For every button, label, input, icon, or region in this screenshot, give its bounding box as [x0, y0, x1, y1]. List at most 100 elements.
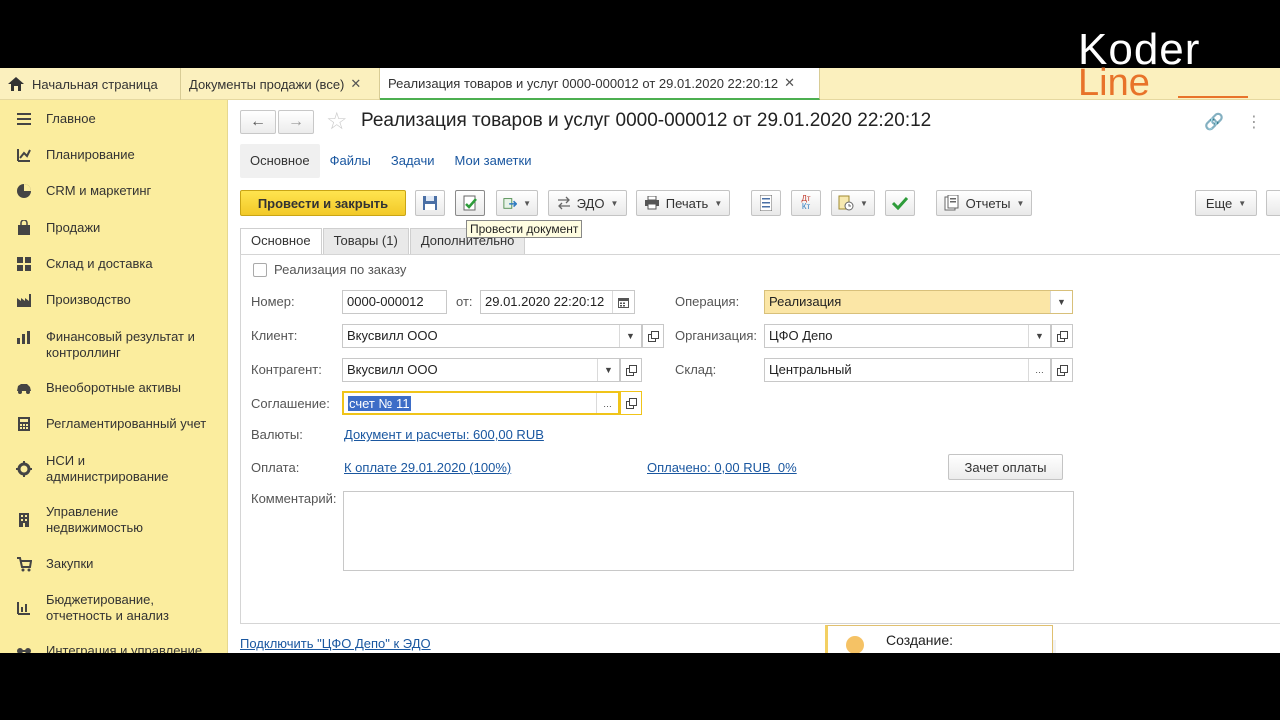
currency-link[interactable]: Документ и расчеты: 600,00 RUB	[344, 427, 544, 442]
chevron-down-icon[interactable]: ▼	[1050, 291, 1072, 313]
print-button[interactable]: Печать ▼	[636, 190, 730, 216]
sidebar-item-integration[interactable]: Интеграция и управление	[0, 643, 228, 653]
counterparty-field[interactable]: Вкусвилл ООО ▼	[342, 358, 620, 382]
sidebar-item-real-estate[interactable]: Управление недвижимостью	[0, 504, 228, 536]
subtab-tasks[interactable]: Задачи	[381, 144, 445, 178]
sidebar-item-purchases[interactable]: Закупки	[0, 556, 228, 572]
agreement-label: Соглашение:	[251, 396, 330, 411]
calendar-icon[interactable]	[612, 291, 634, 313]
comment-label: Комментарий:	[251, 491, 337, 506]
ellipsis-icon[interactable]: …	[596, 393, 618, 413]
tab-basic[interactable]: Основное	[240, 228, 322, 254]
sidebar-item-label: Главное	[46, 111, 96, 126]
create-based-on-button[interactable]: ▼	[496, 190, 538, 216]
sidebar-item-warehouse[interactable]: Склад и доставка	[0, 256, 228, 272]
operation-value: Реализация	[769, 294, 842, 309]
warehouse-value: Центральный	[769, 362, 852, 377]
reports-label: Отчеты	[965, 195, 1011, 211]
date-field[interactable]: 29.01.2020 22:20:12	[480, 290, 635, 314]
sidebar-item-production[interactable]: Производство	[0, 292, 228, 308]
sidebar-item-sales[interactable]: Продажи	[0, 220, 228, 236]
ellipsis-icon[interactable]: …	[1028, 359, 1050, 381]
by-order-checkbox[interactable]	[253, 263, 267, 277]
agreement-field[interactable]: счет № 11 …	[342, 391, 620, 415]
dt-kt-button[interactable]: Дт Кт	[791, 190, 821, 216]
subtab-main[interactable]: Основное	[240, 144, 320, 178]
operation-select[interactable]: Реализация ▼	[764, 290, 1073, 314]
pie-chart-icon	[17, 184, 31, 198]
link-icon[interactable]: 🔗	[1204, 112, 1224, 132]
chevron-down-icon[interactable]: ▼	[619, 325, 641, 347]
sidebar-item-fixed-assets[interactable]: Внеоборотные активы	[0, 380, 228, 396]
edo-button[interactable]: ЭДО ▼	[548, 190, 627, 216]
subtab-files[interactable]: Файлы	[320, 144, 381, 178]
post-document-button[interactable]	[455, 190, 485, 216]
document-journal-button[interactable]	[751, 190, 781, 216]
sidebar-item-regulated-accounting[interactable]: Регламентированный учет	[0, 416, 228, 432]
connect-edo-link[interactable]: Подключить "ЦФО Депо" к ЭДО	[240, 636, 431, 651]
integration-icon	[17, 648, 31, 653]
notification-title: Создание:	[886, 632, 954, 648]
tab-sale-document[interactable]: Реализация товаров и услуг 0000-000012 о…	[380, 68, 820, 100]
more-button[interactable]: Еще ▼	[1195, 190, 1257, 216]
open-organization-icon[interactable]	[1051, 324, 1073, 348]
post-and-close-button[interactable]: Провести и закрыть	[240, 190, 406, 216]
close-icon[interactable]: ✕	[350, 76, 361, 92]
check-button[interactable]	[885, 190, 915, 216]
chevron-down-icon[interactable]: ▼	[597, 359, 619, 381]
car-icon	[17, 384, 31, 394]
organization-field[interactable]: ЦФО Депо ▼	[764, 324, 1051, 348]
comment-textarea[interactable]	[343, 491, 1074, 571]
notification-popup[interactable]: Создание:	[825, 625, 1053, 653]
close-icon[interactable]: ✕	[784, 75, 795, 91]
sidebar-item-administration[interactable]: НСИ и администрирование	[0, 453, 228, 485]
tab-home[interactable]: Начальная страница	[0, 68, 181, 100]
gear-icon	[16, 461, 32, 477]
tab-goods[interactable]: Товары (1)	[322, 228, 409, 254]
menu-icon	[17, 113, 31, 125]
more-vertical-icon[interactable]: ⋮	[1246, 112, 1262, 132]
save-button[interactable]	[415, 190, 445, 216]
planning-icon	[17, 149, 31, 162]
client-value: Вкусвилл ООО	[347, 328, 438, 343]
arrow-left-icon: ←	[250, 113, 266, 130]
open-agreement-icon[interactable]	[620, 391, 642, 415]
sidebar-item-planning[interactable]: Планирование	[0, 147, 228, 163]
sidebar-item-label: Продажи	[46, 220, 101, 235]
sidebar-item-main[interactable]: Главное	[0, 111, 228, 127]
bar-chart-icon	[17, 331, 30, 344]
by-order-label: Реализация по заказу	[274, 262, 407, 277]
number-label: Номер:	[251, 294, 295, 309]
open-warehouse-icon[interactable]	[1051, 358, 1073, 382]
forward-button[interactable]: →	[278, 110, 314, 134]
payment-offset-button[interactable]: Зачет оплаты	[948, 454, 1063, 480]
client-field[interactable]: Вкусвилл ООО ▼	[342, 324, 642, 348]
sidebar-item-label: Бюджетирование, отчетность и анализ	[46, 592, 169, 623]
favorite-star-icon[interactable]: ☆	[326, 110, 348, 134]
sidebar-item-crm[interactable]: CRM и маркетинг	[0, 183, 228, 199]
warehouse-label: Склад:	[675, 362, 717, 377]
organization-label: Организация:	[675, 328, 758, 343]
number-field[interactable]: 0000-000012	[342, 290, 447, 314]
create-based-icon	[503, 198, 518, 209]
open-counterparty-icon[interactable]	[620, 358, 642, 382]
chevron-down-icon[interactable]: ▼	[1028, 325, 1050, 347]
tab-label: Начальная страница	[32, 76, 158, 92]
chevron-down-icon: ▼	[610, 198, 619, 208]
paid-amount-link[interactable]: Оплачено: 0,00 RUB 0%	[647, 460, 797, 475]
warehouse-field[interactable]: Центральный …	[764, 358, 1051, 382]
sidebar-item-finance[interactable]: Финансовый результат и контроллинг	[0, 329, 228, 361]
grid-icon	[17, 257, 31, 271]
open-client-icon[interactable]	[642, 324, 664, 348]
reports-button[interactable]: Отчеты ▼	[936, 190, 1032, 216]
help-button[interactable]	[1266, 190, 1280, 216]
tab-sales-documents[interactable]: Документы продажи (все) ✕	[181, 68, 380, 100]
command-bar: Провести и закрыть ▼ ЭДО ▼ Печать ▼ Дт К…	[240, 190, 1280, 218]
reports-icon	[944, 195, 959, 211]
subtab-notes[interactable]: Мои заметки	[445, 144, 542, 178]
form-sections: Основное Файлы Задачи Мои заметки	[240, 144, 541, 178]
related-documents-button[interactable]: ▼	[831, 190, 875, 216]
payment-schedule-link[interactable]: К оплате 29.01.2020 (100%)	[344, 460, 511, 475]
sidebar-item-budgeting[interactable]: Бюджетирование, отчетность и анализ	[0, 592, 228, 624]
back-button[interactable]: ←	[240, 110, 276, 134]
